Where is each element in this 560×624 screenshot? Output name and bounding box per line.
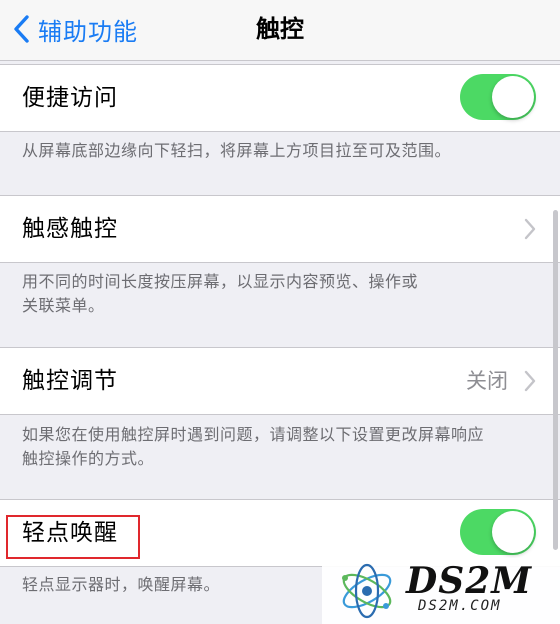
chevron-right-icon — [524, 370, 536, 392]
reachability-row[interactable]: 便捷访问 — [0, 64, 560, 132]
toggle-knob — [492, 76, 534, 118]
touch-accommodations-value: 关闭 — [466, 369, 508, 393]
scroll-indicator — [553, 210, 558, 550]
annotation-highlight-box — [6, 515, 140, 559]
tap-to-wake-toggle[interactable] — [460, 509, 536, 555]
haptic-touch-footer: 用不同的时间长度按压屏幕，以显示内容预览、操作或 关联菜单。 — [22, 270, 542, 318]
navigation-bar: 辅助功能 触控 — [0, 0, 560, 61]
watermark-text: DS2M — [406, 560, 533, 602]
toggle-knob — [492, 511, 534, 553]
touch-accommodations-label: 触控调节 — [22, 368, 118, 394]
watermark-logo — [342, 563, 392, 619]
watermark: DS2M DS2M.COM — [322, 558, 560, 624]
watermark-subtext: DS2M.COM — [418, 598, 502, 614]
haptic-touch-row[interactable]: 触感触控 — [0, 195, 560, 263]
footer-line: 用不同的时间长度按压屏幕，以显示内容预览、操作或 — [22, 272, 419, 291]
reachability-label: 便捷访问 — [22, 85, 118, 111]
haptic-touch-label: 触感触控 — [22, 216, 118, 242]
footer-line: 关联菜单。 — [22, 296, 105, 315]
page-title: 触控 — [256, 15, 304, 43]
footer-line: 触控操作的方式。 — [22, 449, 155, 468]
touch-accommodations-row[interactable]: 触控调节 关闭 — [0, 347, 560, 415]
touch-accommodations-footer: 如果您在使用触控屏时遇到问题，请调整以下设置更改屏幕响应 触控操作的方式。 — [22, 423, 542, 471]
footer-line: 如果您在使用触控屏时遇到问题，请调整以下设置更改屏幕响应 — [22, 425, 485, 444]
reachability-toggle[interactable] — [460, 74, 536, 120]
reachability-footer: 从屏幕底部边缘向下轻扫，将屏幕上方项目拉至可及范围。 — [22, 141, 452, 160]
chevron-right-icon — [524, 218, 536, 240]
